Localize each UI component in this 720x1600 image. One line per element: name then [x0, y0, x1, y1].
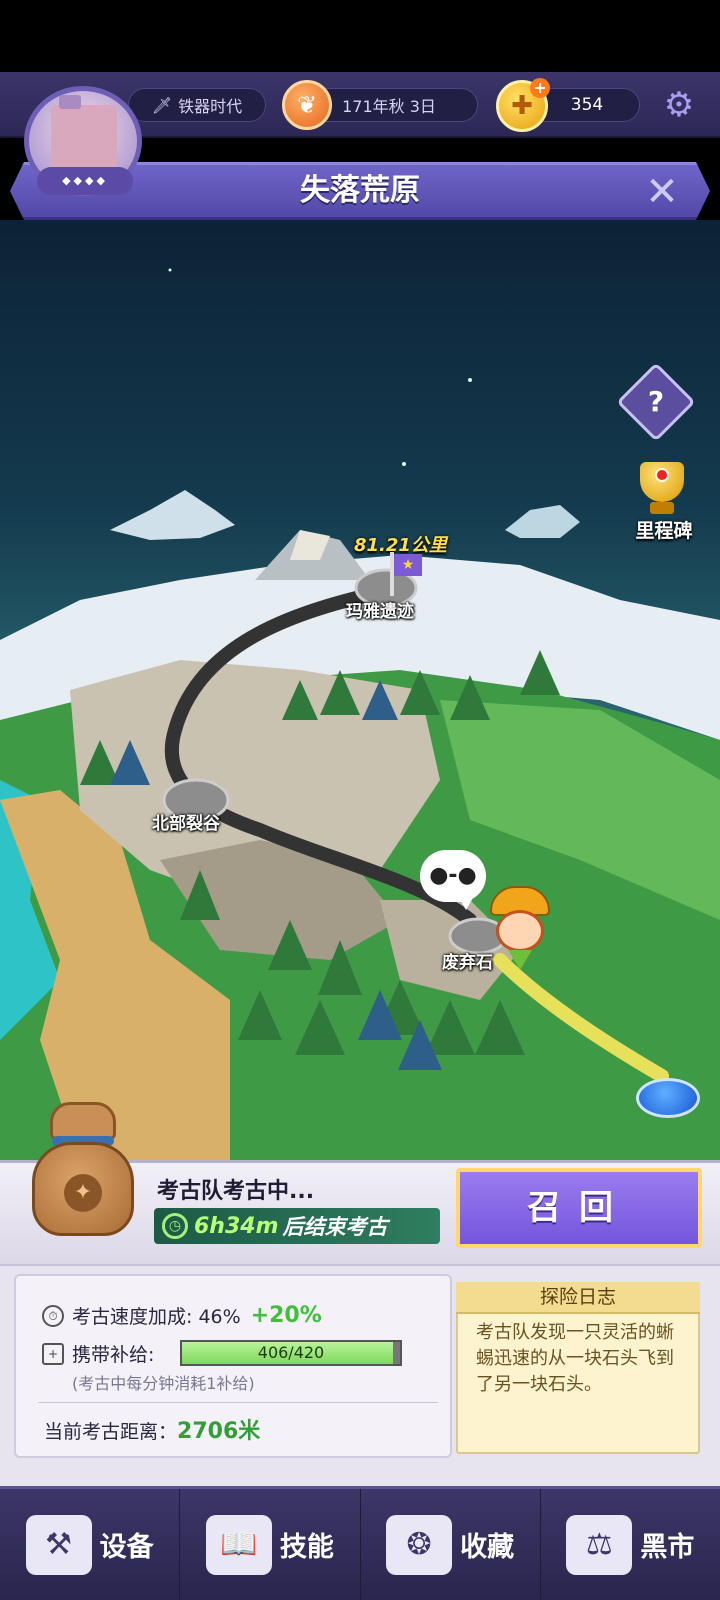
nav-label: 收藏 — [460, 1532, 515, 1563]
era-label: 铁器时代 — [178, 97, 243, 116]
speech-bubble: ●-● — [420, 850, 486, 910]
date-label: 171年秋 3日 — [342, 97, 436, 116]
nav-item-skills[interactable]: 📖 技能 — [180, 1489, 361, 1600]
distance-value: 2706米 — [177, 1419, 261, 1444]
era-display: 🗡 铁器时代 — [128, 88, 266, 122]
avatar[interactable]: ◆◆◆◆ — [24, 86, 142, 196]
log-text: 考古队发现一只灵活的蜥蜴迅速的从一块石头飞到了另一块石头。 — [476, 1322, 674, 1395]
bottom-nav: ⚒ 设备 📖 技能 ❂ 收藏 ⚖ 黑市 — [0, 1486, 720, 1600]
clock-icon: ◷ — [162, 1213, 188, 1239]
speed-label: 考古速度加成: 46% — [72, 1306, 241, 1328]
nav-item-black-market[interactable]: ⚖ 黑市 — [541, 1489, 720, 1600]
system-status-bar — [0, 0, 720, 72]
start-node[interactable] — [636, 1078, 700, 1118]
supply-note: (考古中每分钟消耗1补给) — [72, 1374, 255, 1393]
timer-value: 6h34m — [194, 1213, 279, 1239]
position-marker-icon — [508, 950, 532, 970]
supply-row: + 携带补给: — [42, 1340, 154, 1367]
supply-value: 406/420 — [257, 1343, 325, 1362]
nav-label: 黑市 — [640, 1532, 695, 1563]
distance-row: 当前考古距离：2706米 — [44, 1413, 260, 1445]
location-maya-ruins[interactable]: 玛雅遗迹 — [346, 597, 414, 622]
anvil-icon: ⚒ — [25, 1514, 92, 1575]
timer-suffix: 后结束考古 — [282, 1215, 388, 1239]
speed-bonus-row: ⏱ 考古速度加成: 46% +20% — [42, 1302, 322, 1329]
leaf-icon: ❦ — [282, 80, 332, 130]
supply-label: 携带补给: — [72, 1344, 155, 1366]
nav-item-equipment[interactable]: ⚒ 设备 — [0, 1489, 181, 1600]
world-map[interactable] — [0, 220, 720, 1160]
coin-count: 354 — [570, 95, 604, 115]
digging-status: 考古队考古中... — [157, 1179, 315, 1204]
sword-icon: 🗡 — [151, 95, 173, 115]
avatar-level-dots: ◆◆◆◆ — [37, 167, 133, 195]
distance-label: 当前考古距离： — [44, 1421, 178, 1443]
location-north-rift[interactable]: 北部裂谷 — [152, 809, 220, 834]
speed-icon: ⏱ — [42, 1304, 64, 1327]
book-icon: 📖 — [205, 1514, 272, 1575]
milestone-label[interactable]: 里程碑 — [616, 516, 712, 543]
cart-icon: + — [42, 1342, 64, 1365]
add-coins-button[interactable]: + — [530, 78, 550, 98]
recall-button[interactable]: 召回 — [456, 1168, 702, 1248]
explorer-character[interactable] — [484, 886, 556, 970]
flag-icon: ★ — [388, 552, 422, 596]
gear-icon[interactable]: ⚙ — [660, 86, 698, 124]
divider — [38, 1402, 438, 1403]
map-terrain — [0, 268, 720, 1160]
shop-icon: ⚖ — [566, 1514, 633, 1575]
timer-bar: ◷ 6h34m 后结束考古 — [154, 1208, 440, 1244]
trophy-icon[interactable] — [630, 462, 694, 518]
close-icon[interactable]: ✕ — [640, 170, 684, 214]
log-title: 探险日志 — [456, 1282, 700, 1314]
nav-label: 设备 — [99, 1532, 154, 1563]
supply-bag-icon: ✦ — [28, 1102, 138, 1242]
castle-icon — [51, 95, 117, 167]
nav-label: 技能 — [279, 1532, 334, 1563]
nav-item-collection[interactable]: ❂ 收藏 — [361, 1489, 541, 1600]
speed-bonus: +20% — [250, 1303, 322, 1328]
treasure-icon: ❂ — [386, 1514, 453, 1575]
supply-progress-bar: 406/420 — [180, 1340, 402, 1366]
help-icon: ? — [647, 385, 665, 418]
